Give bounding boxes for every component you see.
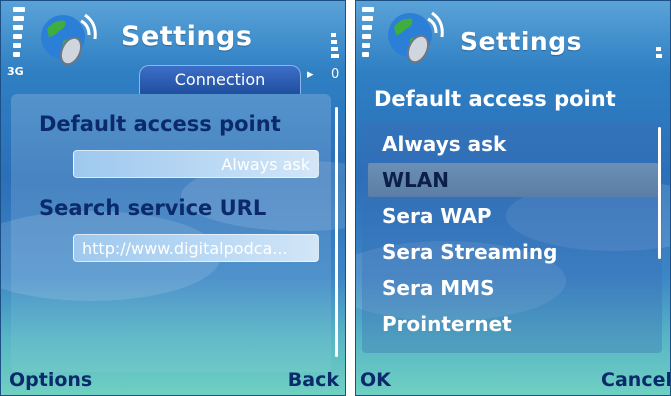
battery-level-icon bbox=[331, 33, 341, 61]
tab-next-arrow-icon[interactable]: ▸ bbox=[307, 67, 314, 82]
signal-strength-icon bbox=[362, 7, 374, 61]
battery-level-icon bbox=[656, 47, 666, 61]
setting-label: Default access point bbox=[39, 112, 281, 136]
page-title: Settings bbox=[121, 21, 253, 52]
globe-satellite-icon bbox=[41, 13, 97, 66]
list-item-always-ask[interactable]: Always ask bbox=[368, 127, 658, 161]
softkey-bar: OK Cancel bbox=[356, 361, 670, 395]
access-point-selection-screen: Settings Default access point Always ask… bbox=[355, 0, 671, 396]
header: 3G Settings Connection ▸ 0 bbox=[1, 1, 345, 94]
list-item-wlan[interactable]: WLAN bbox=[368, 163, 658, 197]
list-title: Default access point bbox=[374, 87, 616, 111]
settings-list-panel: Default access point Always ask Search s… bbox=[11, 94, 331, 372]
globe-satellite-icon bbox=[388, 11, 444, 64]
list-item-sera-mms[interactable]: Sera MMS bbox=[368, 271, 658, 305]
settings-connection-screen: 3G Settings Connection ▸ 0 Default acces… bbox=[0, 0, 346, 396]
list-item-sera-streaming[interactable]: Sera Streaming bbox=[368, 235, 658, 269]
setting-value-field[interactable]: http://www.digitalpodca... bbox=[73, 234, 319, 262]
tab-connection[interactable]: Connection bbox=[139, 65, 301, 94]
setting-value-field[interactable]: Always ask bbox=[73, 150, 319, 178]
ok-softkey[interactable]: OK bbox=[360, 369, 391, 391]
header: Settings bbox=[356, 1, 670, 79]
back-softkey[interactable]: Back bbox=[288, 369, 339, 391]
access-point-list: Always ask WLAN Sera WAP Sera Streaming … bbox=[362, 123, 662, 353]
list-item-sera-wap[interactable]: Sera WAP bbox=[368, 199, 658, 233]
scrollbar[interactable] bbox=[658, 127, 661, 259]
scrollbar[interactable] bbox=[335, 107, 338, 357]
setting-label: Search service URL bbox=[39, 196, 267, 220]
options-softkey[interactable]: Options bbox=[9, 369, 92, 391]
signal-strength-icon bbox=[13, 7, 25, 61]
cancel-softkey[interactable]: Cancel bbox=[601, 369, 670, 391]
network-type-label: 3G bbox=[7, 65, 24, 78]
list-item-prointernet[interactable]: Prointernet bbox=[368, 307, 658, 341]
page-title: Settings bbox=[460, 27, 583, 56]
softkey-bar: Options Back bbox=[1, 361, 345, 395]
battery-indicator: 0 bbox=[331, 67, 340, 82]
